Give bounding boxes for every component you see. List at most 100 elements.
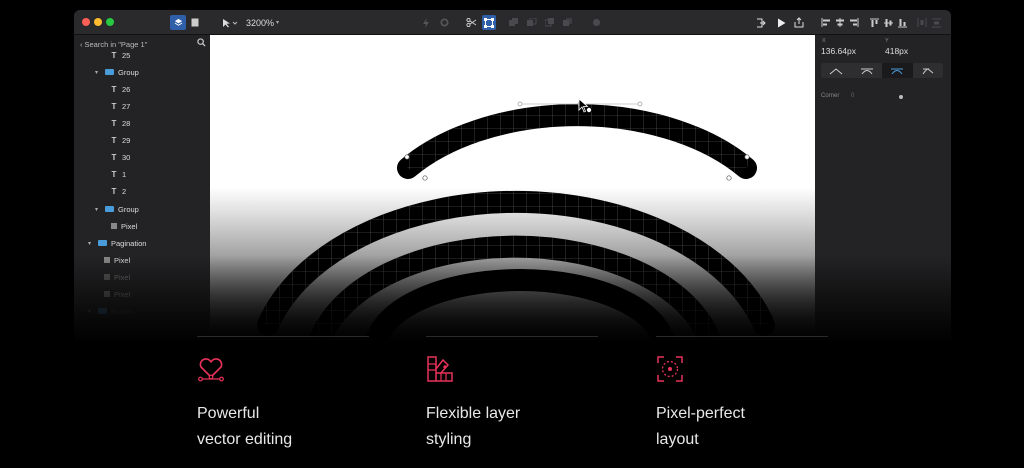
align-middle-icon xyxy=(883,18,893,27)
shape-layer-icon xyxy=(104,257,110,263)
feature-title-line: Powerful xyxy=(197,405,260,422)
layers-icon xyxy=(174,18,182,26)
layer-item[interactable]: Pixel xyxy=(104,270,130,284)
play-icon xyxy=(777,18,785,27)
layer-item[interactable]: ▾ Group xyxy=(95,202,139,216)
corner-value-field[interactable]: 0 xyxy=(851,93,854,99)
align-bottom-button[interactable] xyxy=(896,15,908,30)
arc-shape-selected[interactable] xyxy=(397,104,757,179)
y-label: Y xyxy=(885,38,889,44)
boolean-intersect-button[interactable] xyxy=(544,15,556,30)
point-type-straight-button[interactable] xyxy=(821,63,852,78)
zoom-window-button[interactable] xyxy=(106,18,114,26)
design-canvas[interactable] xyxy=(210,35,815,340)
folder-icon xyxy=(98,308,107,314)
align-middle-button[interactable] xyxy=(882,15,894,30)
feature-title-line: layout xyxy=(656,431,699,448)
scissors-button[interactable] xyxy=(464,15,478,30)
shape-layer-icon xyxy=(104,291,110,297)
layer-item[interactable]: Pixel xyxy=(104,253,130,267)
heart-pen-icon xyxy=(198,358,224,382)
disclosure-triangle-icon[interactable]: ▾ xyxy=(95,206,101,213)
minimize-window-button[interactable] xyxy=(94,18,102,26)
feature-list: Powerful vector editing Flexible layer s… xyxy=(0,336,1024,468)
feature-pixel-layout: Pixel-perfect layout xyxy=(656,336,828,456)
layer-item[interactable]: Pixel xyxy=(104,287,130,301)
text-layer-icon: T xyxy=(111,186,117,196)
chevron-left-icon: ‹ xyxy=(80,39,83,49)
disclosure-triangle-icon[interactable]: ▾ xyxy=(95,69,101,76)
layer-label: 25 xyxy=(122,50,131,60)
straight-point-icon xyxy=(829,67,843,74)
disclosure-triangle-icon[interactable]: ▾ xyxy=(88,308,94,315)
point-type-asymmetric-button[interactable] xyxy=(882,63,913,78)
y-position-field[interactable]: 418px xyxy=(885,46,908,56)
distribute-v-button[interactable] xyxy=(930,15,942,30)
corner-slider-knob[interactable] xyxy=(899,95,903,99)
move-tool-button[interactable] xyxy=(220,15,240,30)
lightning-button[interactable] xyxy=(420,15,432,30)
lightning-icon xyxy=(423,17,429,28)
shape-layer-icon xyxy=(104,274,110,280)
align-right-button[interactable] xyxy=(848,15,860,30)
shape-layer-icon xyxy=(111,223,117,229)
align-center-icon xyxy=(836,18,844,27)
search-bar[interactable]: ‹ Search in "Page 1" xyxy=(80,37,206,51)
layer-label: Pixel xyxy=(114,255,131,265)
layer-item[interactable]: T 1 xyxy=(110,167,127,181)
assets-panel-button[interactable] xyxy=(188,15,202,30)
preview-button[interactable] xyxy=(774,15,788,30)
frame-target-icon xyxy=(657,356,683,382)
share-button[interactable] xyxy=(792,15,806,30)
layer-label: 29 xyxy=(122,135,131,145)
align-center-h-button[interactable] xyxy=(834,15,846,30)
layers-panel-button[interactable] xyxy=(170,15,186,30)
layer-item[interactable]: T 2 xyxy=(110,184,127,198)
align-top-button[interactable] xyxy=(868,15,880,30)
layer-item[interactable]: T 30 xyxy=(110,150,131,164)
arc-shape-5[interactable] xyxy=(365,269,675,340)
feature-layer-styling: Flexible layer styling xyxy=(426,336,598,456)
layer-label: 2 xyxy=(122,186,127,196)
layer-item[interactable]: T 28 xyxy=(110,116,131,130)
align-bottom-icon xyxy=(897,18,907,27)
search-icon[interactable] xyxy=(197,38,206,47)
feature-title-line: Pixel-perfect xyxy=(656,405,745,422)
pointer-icon xyxy=(223,18,238,27)
align-left-icon xyxy=(821,18,830,27)
layer-label: 1 xyxy=(122,169,127,179)
boolean-difference-button[interactable] xyxy=(562,15,574,30)
x-position-field[interactable]: 136.64px xyxy=(821,46,856,56)
boolean-union-button[interactable] xyxy=(508,15,520,30)
disconnected-point-icon xyxy=(922,67,934,74)
export-button[interactable] xyxy=(754,15,768,30)
layer-label: Group xyxy=(118,67,139,77)
toolbar: 3200% ▾ xyxy=(74,10,951,35)
layer-item[interactable]: ▾ Pagination xyxy=(88,236,146,250)
align-left-button[interactable] xyxy=(820,15,832,30)
layer-item[interactable]: Pixel xyxy=(111,219,137,233)
canvas-artwork xyxy=(257,98,775,340)
anchor-points[interactable] xyxy=(404,154,750,181)
boolean-subtract-button[interactable] xyxy=(526,15,538,30)
layer-item[interactable]: ▾ Button xyxy=(88,304,133,318)
layer-label: 27 xyxy=(122,101,131,111)
flatten-button[interactable] xyxy=(590,15,602,30)
point-type-disconnected-button[interactable] xyxy=(913,63,944,78)
gear-button[interactable] xyxy=(438,15,450,30)
disclosure-triangle-icon[interactable]: ▾ xyxy=(88,240,94,247)
feature-title-line: Flexible layer xyxy=(426,405,521,422)
layer-item[interactable]: ▾ Group xyxy=(95,65,139,79)
layer-item[interactable]: T 25 xyxy=(110,48,131,62)
feature-title: Powerful vector editing xyxy=(197,401,367,453)
zoom-dropdown[interactable]: 3200% ▾ xyxy=(246,15,279,30)
distribute-h-button[interactable] xyxy=(916,15,928,30)
layer-item[interactable]: T 29 xyxy=(110,133,131,147)
corner-label: Corner xyxy=(821,93,840,99)
layer-item[interactable]: T 26 xyxy=(110,82,131,96)
edit-points-button[interactable] xyxy=(482,15,496,30)
layer-item[interactable]: T 27 xyxy=(110,99,131,113)
point-type-mirrored-button[interactable] xyxy=(852,63,883,78)
inspector-panel: X Y 136.64px 418px Corner 0 xyxy=(815,35,951,340)
close-window-button[interactable] xyxy=(82,18,90,26)
